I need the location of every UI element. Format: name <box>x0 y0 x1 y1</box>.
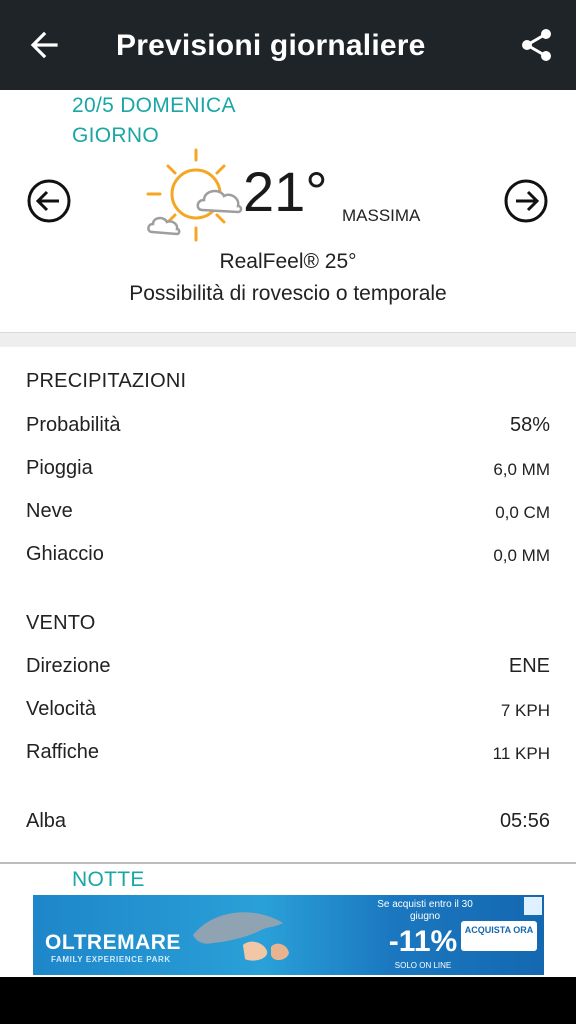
circle-arrow-left-icon <box>27 179 71 223</box>
sunrise-value: 05:56 <box>499 810 550 832</box>
precip-rain-value: 6,0 MM <box>493 460 550 479</box>
dolphin-image <box>193 912 289 961</box>
precip-ice-label: Ghiaccio <box>26 543 104 565</box>
ad-banner[interactable]: OLTREMARE FAMILY EXPERIENCE PARK Se acqu… <box>33 895 544 975</box>
share-icon <box>522 29 551 61</box>
partly-sunny-showers-icon <box>144 148 246 244</box>
previous-day-button[interactable] <box>26 178 72 224</box>
precip-probability-value: 58% <box>509 414 550 436</box>
precip-rain-label: Pioggia <box>26 457 93 479</box>
temperature-label: MASSIMA <box>342 206 421 225</box>
system-navigation-bar <box>0 977 576 1024</box>
precip-snow-label: Neve <box>26 500 73 522</box>
forecast-date: 20/5 DOMENICA <box>72 94 236 117</box>
wind-gusts-value: 11 KPH <box>492 744 550 763</box>
ad-promo-text: Se acquisti entro il 30 giugno <box>377 899 473 922</box>
ad-cta-button[interactable]: ACQUISTA ORA <box>461 921 537 951</box>
precip-probability-label: Probabilità <box>26 414 121 436</box>
night-section-label: NOTTE <box>72 868 145 891</box>
weather-phrase: Possibilità di rovescio o temporale <box>129 282 447 305</box>
max-temperature: 21° <box>243 160 328 223</box>
ad-promo-subtext: SOLO ON LINE <box>394 961 452 970</box>
wind-speed-value: 7 KPH <box>500 701 550 720</box>
section-separator <box>0 333 576 347</box>
realfeel-temperature: RealFeel® 25° <box>219 250 357 273</box>
share-button[interactable] <box>518 26 556 64</box>
ad-discount: -11% <box>388 925 458 958</box>
precip-snow-value: 0,0 CM <box>495 503 550 522</box>
page-title: Previsioni giornaliere <box>116 29 426 62</box>
wind-gusts-label: Raffiche <box>26 741 100 763</box>
wind-direction-value: ENE <box>508 655 550 677</box>
precipitation-title: PRECIPITAZIONI <box>26 370 187 392</box>
ad-brand: OLTREMARE <box>45 931 181 954</box>
wind-speed-label: Velocità <box>26 698 97 720</box>
circle-arrow-right-icon <box>504 179 548 223</box>
ad-brand-subtitle: FAMILY EXPERIENCE PARK <box>51 955 171 964</box>
forecast-period: GIORNO <box>72 124 159 147</box>
wind-direction-label: Direzione <box>26 655 111 677</box>
divider <box>0 862 576 864</box>
day-summary-card: 20/5 DOMENICA GIORNO 21° MASSIMA RealFee… <box>0 90 576 333</box>
next-day-button[interactable] <box>503 178 549 224</box>
arrow-left-icon <box>30 31 58 59</box>
wind-title: VENTO <box>26 612 96 634</box>
back-button[interactable] <box>26 26 64 64</box>
ad-container: OLTREMARE FAMILY EXPERIENCE PARK Se acqu… <box>0 895 576 977</box>
app-bar: Previsioni giornaliere <box>0 0 576 90</box>
sunrise-label: Alba <box>26 810 67 832</box>
precip-ice-value: 0,0 MM <box>493 546 550 565</box>
adchoices-icon[interactable] <box>524 897 542 915</box>
